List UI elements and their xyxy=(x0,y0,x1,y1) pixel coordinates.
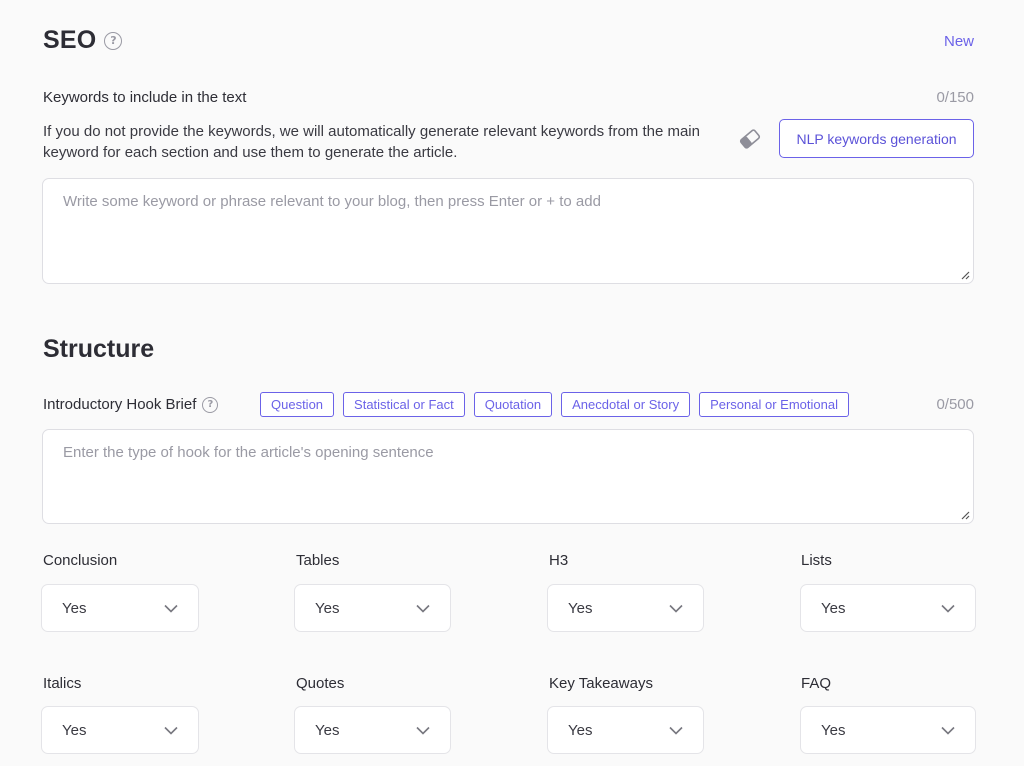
chip-personal-or-emotional[interactable]: Personal or Emotional xyxy=(699,392,849,417)
tables-label: Tables xyxy=(296,552,340,569)
select-value: Yes xyxy=(62,599,87,617)
lists-select[interactable]: Yes xyxy=(800,584,976,632)
faq-label: FAQ xyxy=(801,675,832,692)
resize-grip-icon[interactable] xyxy=(961,511,970,520)
resize-grip-icon[interactable] xyxy=(961,271,970,280)
keywords-description: If you do not provide the keywords, we w… xyxy=(43,123,700,161)
hook-counter: 0/500 xyxy=(936,396,974,413)
keywords-counter: 0/150 xyxy=(936,89,974,106)
chip-quotation[interactable]: Quotation xyxy=(473,392,553,417)
conclusion-select[interactable]: Yes xyxy=(41,584,199,632)
quotes-select[interactable]: Yes xyxy=(294,706,451,754)
lists-label: Lists xyxy=(801,552,832,569)
chevron-down-icon xyxy=(669,726,683,735)
help-icon[interactable]: ? xyxy=(104,31,123,50)
chevron-down-icon xyxy=(416,726,430,735)
keywords-input[interactable]: Write some keyword or phrase relevant to… xyxy=(42,178,974,284)
chip-question[interactable]: Question xyxy=(260,392,335,417)
hook-label-row: Introductory Hook Brief ? xyxy=(43,396,219,413)
eraser-icon[interactable] xyxy=(738,128,762,150)
chevron-down-icon xyxy=(164,726,178,735)
hook-chip-group: Question Statistical or Fact Quotation A… xyxy=(260,392,849,417)
keywords-label: Keywords to include in the text xyxy=(43,89,247,106)
help-icon[interactable]: ? xyxy=(202,396,219,413)
seo-title: SEO xyxy=(43,26,97,54)
select-value: Yes xyxy=(821,599,846,617)
quotes-label: Quotes xyxy=(296,675,345,692)
hook-input[interactable]: Enter the type of hook for the article's… xyxy=(42,429,974,524)
hook-placeholder: Enter the type of hook for the article's… xyxy=(63,444,434,461)
faq-select[interactable]: Yes xyxy=(800,706,976,754)
select-value: Yes xyxy=(315,721,340,739)
key-takeaways-select[interactable]: Yes xyxy=(547,706,704,754)
chevron-down-icon xyxy=(941,726,955,735)
italics-label: Italics xyxy=(43,675,82,692)
select-value: Yes xyxy=(568,599,593,617)
keywords-placeholder: Write some keyword or phrase relevant to… xyxy=(63,193,601,210)
italics-select[interactable]: Yes xyxy=(41,706,199,754)
seo-header: SEO ? xyxy=(43,26,123,55)
h3-label: H3 xyxy=(549,552,569,569)
settings-page: SEO ? New Keywords to include in the tex… xyxy=(0,0,1024,766)
chevron-down-icon xyxy=(164,604,178,613)
select-value: Yes xyxy=(568,721,593,739)
select-value: Yes xyxy=(62,721,87,739)
nlp-keywords-button[interactable]: NLP keywords generation xyxy=(779,119,974,158)
structure-title: Structure xyxy=(43,335,155,363)
chip-anecdotal-or-story[interactable]: Anecdotal or Story xyxy=(561,392,691,417)
hook-label: Introductory Hook Brief xyxy=(43,396,197,413)
chevron-down-icon xyxy=(941,604,955,613)
new-link[interactable]: New xyxy=(944,33,974,50)
select-value: Yes xyxy=(821,721,846,739)
chevron-down-icon xyxy=(669,604,683,613)
tables-select[interactable]: Yes xyxy=(294,584,451,632)
conclusion-label: Conclusion xyxy=(43,552,118,569)
key-takeaways-label: Key Takeaways xyxy=(549,675,653,692)
chip-statistical-or-fact[interactable]: Statistical or Fact xyxy=(343,392,465,417)
h3-select[interactable]: Yes xyxy=(547,584,704,632)
select-value: Yes xyxy=(315,599,340,617)
chevron-down-icon xyxy=(416,604,430,613)
